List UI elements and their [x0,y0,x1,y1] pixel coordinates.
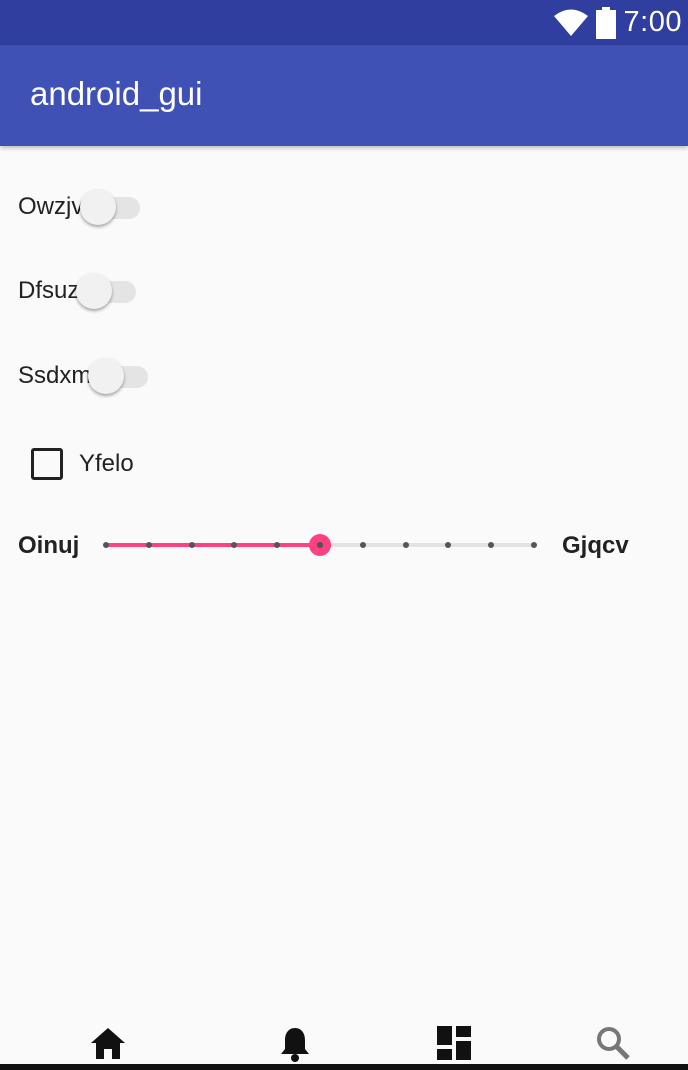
slider-fill [106,543,320,547]
slider-tick [445,542,452,548]
toggle-switch-owzjv[interactable] [80,187,141,227]
slider-tick [145,542,152,548]
slider-tick [188,542,195,548]
switch-label: Dfsuz [18,277,80,304]
switch-row-ssdxm: Ssdxm [18,356,149,396]
slider-tick [359,542,366,548]
slider-tick [317,542,323,548]
slider-max-label: Gjqcv [562,532,629,559]
status-time: 7:00 [623,6,682,38]
switch-thumb [80,189,117,225]
status-icons: 7:00 [553,0,682,45]
switch-label: Owzjv [18,193,84,220]
bell-icon[interactable] [279,1026,311,1062]
slider-tick [531,542,537,548]
toggle-switch-ssdxm[interactable] [88,356,149,396]
switch-row-dfsuz: Dfsuz [18,271,137,311]
toggle-switch-dfsuz[interactable] [76,271,137,311]
slider-tick [488,542,495,548]
status-bar: 7:00 [0,0,688,45]
app-title: android_gui [30,75,203,112]
checkbox-row-yfelo[interactable]: Yfelo [31,448,134,480]
switch-label: Ssdxm [18,362,92,389]
discrete-slider[interactable] [103,530,537,560]
bottom-edge [0,1064,688,1070]
home-icon[interactable] [90,1026,126,1060]
slider-tick [274,542,281,548]
wifi-icon [553,9,588,36]
app-bar: android_gui [0,45,688,146]
slider-tick [103,542,109,548]
battery-icon [595,6,616,39]
checkbox[interactable] [31,448,63,480]
switch-row-owzjv: Owzjv [18,187,141,227]
switch-thumb [88,358,125,394]
slider-min-label: Oinuj [18,532,80,559]
slider-tick [402,542,409,548]
checkbox-label: Yfelo [79,450,134,477]
switch-thumb [76,273,113,309]
slider-tick [231,542,238,548]
dashboard-icon[interactable] [437,1026,471,1060]
search-icon[interactable] [596,1026,630,1060]
bottom-navigation [0,1010,688,1070]
